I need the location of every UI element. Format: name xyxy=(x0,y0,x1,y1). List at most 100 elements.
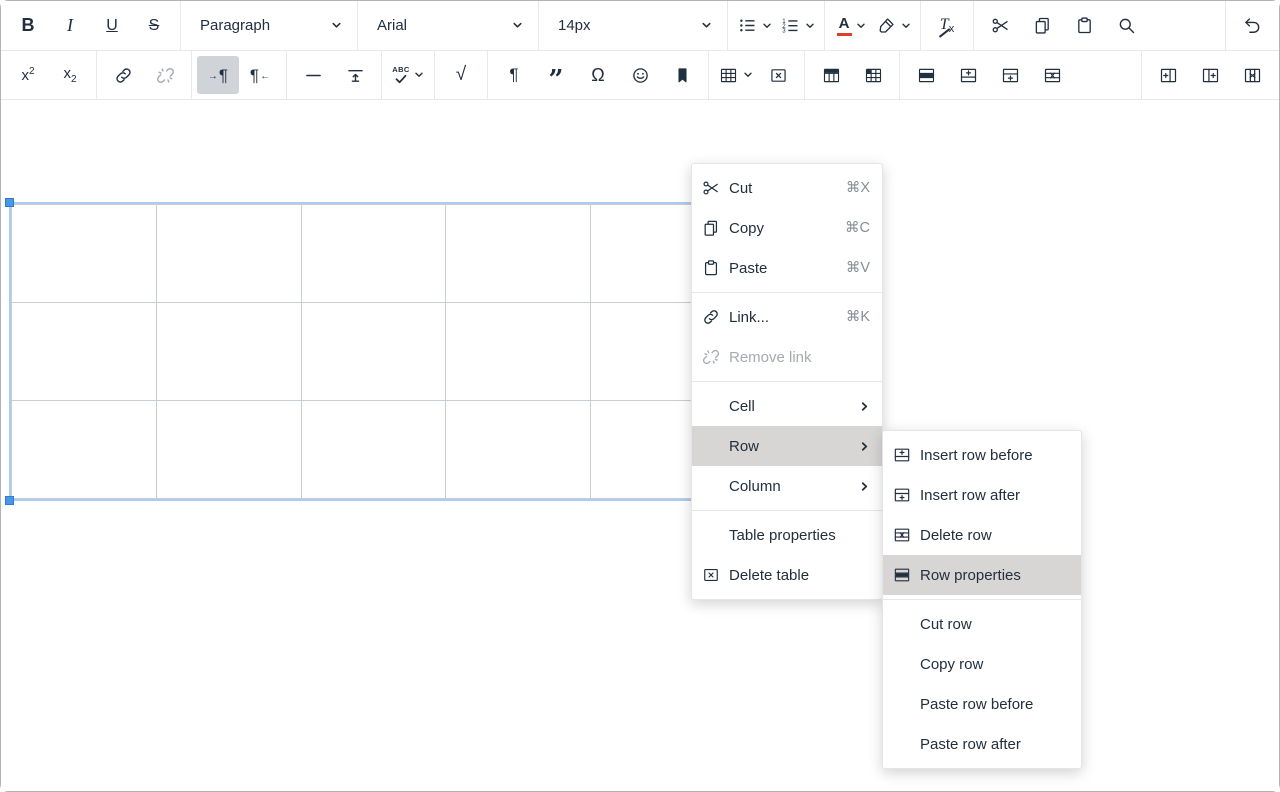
insert-row-before-icon xyxy=(891,444,913,466)
superscript-icon: x2 xyxy=(21,66,34,84)
scissors-icon xyxy=(990,15,1011,36)
special-character-button[interactable]: Ω xyxy=(577,56,619,94)
insert-row-after-button[interactable] xyxy=(989,56,1031,94)
toolbar-separator xyxy=(180,1,181,50)
delete-table-button[interactable] xyxy=(757,56,799,94)
undo-button[interactable] xyxy=(1231,7,1273,45)
cell-properties-button[interactable] xyxy=(852,56,894,94)
delete-table-icon xyxy=(700,564,722,586)
table-cell[interactable] xyxy=(301,303,446,401)
remove-link-button[interactable] xyxy=(144,56,186,94)
chevron-down-icon xyxy=(331,20,342,31)
table-cell[interactable] xyxy=(301,205,446,303)
link-icon xyxy=(700,306,722,328)
blockquote-icon: ” xyxy=(549,75,564,85)
menu-item-remove-link[interactable]: Remove link xyxy=(692,337,882,377)
horizontal-rule-button[interactable] xyxy=(292,56,334,94)
underline-button[interactable]: U xyxy=(91,7,133,45)
table-cell[interactable] xyxy=(12,401,157,499)
right-to-left-button[interactable]: ¶← xyxy=(239,56,281,94)
insert-link-button[interactable] xyxy=(102,56,144,94)
font-family-dropdown[interactable]: Arial xyxy=(363,1,533,50)
highlight-color-button[interactable] xyxy=(872,7,915,45)
table-cell[interactable] xyxy=(156,401,301,499)
menu-item-delete-table[interactable]: Delete table xyxy=(692,555,882,595)
menu-item-cell[interactable]: Cell xyxy=(692,386,882,426)
insert-column-after-button[interactable] xyxy=(1189,56,1231,94)
font-size-dropdown[interactable]: 14px xyxy=(544,1,722,50)
row-properties-button[interactable] xyxy=(905,56,947,94)
page-break-icon xyxy=(345,65,366,86)
menu-item-table-properties[interactable]: Table properties xyxy=(692,515,882,555)
spellcheck-icon: ABC xyxy=(392,66,409,85)
table-cell[interactable] xyxy=(156,205,301,303)
delete-column-button[interactable] xyxy=(1231,56,1273,94)
superscript-button[interactable]: x2 xyxy=(7,56,49,94)
bullet-list-button[interactable] xyxy=(733,7,776,45)
table-cell[interactable] xyxy=(12,303,157,401)
chevron-down-icon xyxy=(856,21,866,31)
table-properties-button[interactable] xyxy=(810,56,852,94)
chevron-down-icon xyxy=(701,20,712,31)
spellcheck-button[interactable]: ABC xyxy=(387,56,429,94)
delete-column-icon xyxy=(1242,65,1263,86)
menu-item-link[interactable]: Link... ⌘K xyxy=(692,297,882,337)
emoji-button[interactable] xyxy=(619,56,661,94)
submenu-item-paste-row-after[interactable]: Paste row after xyxy=(883,724,1081,764)
table-properties-icon xyxy=(821,65,842,86)
selection-handle-bottom-left[interactable] xyxy=(5,496,14,505)
insert-row-before-button[interactable] xyxy=(947,56,989,94)
menu-item-copy[interactable]: Copy ⌘C xyxy=(692,208,882,248)
omega-icon: Ω xyxy=(591,65,604,86)
context-menu: Cut ⌘X Copy ⌘C Paste ⌘V Link... ⌘K Remov… xyxy=(691,163,883,600)
table-cell[interactable] xyxy=(301,401,446,499)
clear-formatting-button[interactable]: Tx xyxy=(926,7,968,45)
insert-column-before-button[interactable] xyxy=(1147,56,1189,94)
paste-icon xyxy=(700,257,722,279)
italic-icon: I xyxy=(67,15,73,36)
menu-item-row[interactable]: Row xyxy=(692,426,882,466)
table-cell[interactable] xyxy=(12,205,157,303)
table-cell[interactable] xyxy=(446,303,591,401)
blockquote-button[interactable]: ” xyxy=(535,56,577,94)
search-button[interactable] xyxy=(1105,7,1147,45)
numbered-list-button[interactable] xyxy=(776,7,819,45)
cut-button[interactable] xyxy=(979,7,1021,45)
pilcrow-button[interactable]: ¶ xyxy=(493,56,535,94)
table-cell[interactable] xyxy=(156,303,301,401)
page-break-button[interactable] xyxy=(334,56,376,94)
left-to-right-button[interactable]: →¶ xyxy=(197,56,239,94)
delete-row-button[interactable] xyxy=(1031,56,1073,94)
selection-handle-top-left[interactable] xyxy=(5,198,14,207)
table-selection xyxy=(9,202,738,501)
submenu-item-insert-row-before[interactable]: Insert row before xyxy=(883,435,1081,475)
submenu-item-paste-row-before[interactable]: Paste row before xyxy=(883,684,1081,724)
italic-button[interactable]: I xyxy=(49,7,91,45)
strikethrough-button[interactable]: S xyxy=(133,7,175,45)
copy-button[interactable] xyxy=(1021,7,1063,45)
submenu-item-delete-row[interactable]: Delete row xyxy=(883,515,1081,555)
submenu-item-row-properties[interactable]: Row properties xyxy=(883,555,1081,595)
paste-button[interactable] xyxy=(1063,7,1105,45)
bold-button[interactable]: B xyxy=(7,7,49,45)
menu-item-paste[interactable]: Paste ⌘V xyxy=(692,248,882,288)
menu-item-cut[interactable]: Cut ⌘X xyxy=(692,168,882,208)
text-color-button[interactable]: A xyxy=(830,7,872,45)
insert-table-button[interactable] xyxy=(714,56,757,94)
menu-item-column[interactable]: Column xyxy=(692,466,882,506)
toolbar-row-2: x2 x2 →¶ ¶← ABC √ ¶ ” Ω xyxy=(1,51,1279,100)
table-cell[interactable] xyxy=(446,401,591,499)
submenu-item-insert-row-after[interactable]: Insert row after xyxy=(883,475,1081,515)
bookmark-button[interactable] xyxy=(661,56,703,94)
table-cell[interactable] xyxy=(446,205,591,303)
submenu-item-copy-row[interactable]: Copy row xyxy=(883,644,1081,684)
delete-table-icon xyxy=(768,65,789,86)
numbered-list-icon xyxy=(780,15,801,36)
rich-text-editor-window: { "colors": { "icon_color": "#222f3e", "… xyxy=(0,0,1280,792)
editor-canvas[interactable] xyxy=(1,101,1279,791)
pilcrow-icon: ¶ xyxy=(509,65,518,85)
submenu-item-cut-row[interactable]: Cut row xyxy=(883,604,1081,644)
subscript-button[interactable]: x2 xyxy=(49,56,91,94)
square-root-button[interactable]: √ xyxy=(440,56,482,94)
paragraph-format-dropdown[interactable]: Paragraph xyxy=(186,1,352,50)
